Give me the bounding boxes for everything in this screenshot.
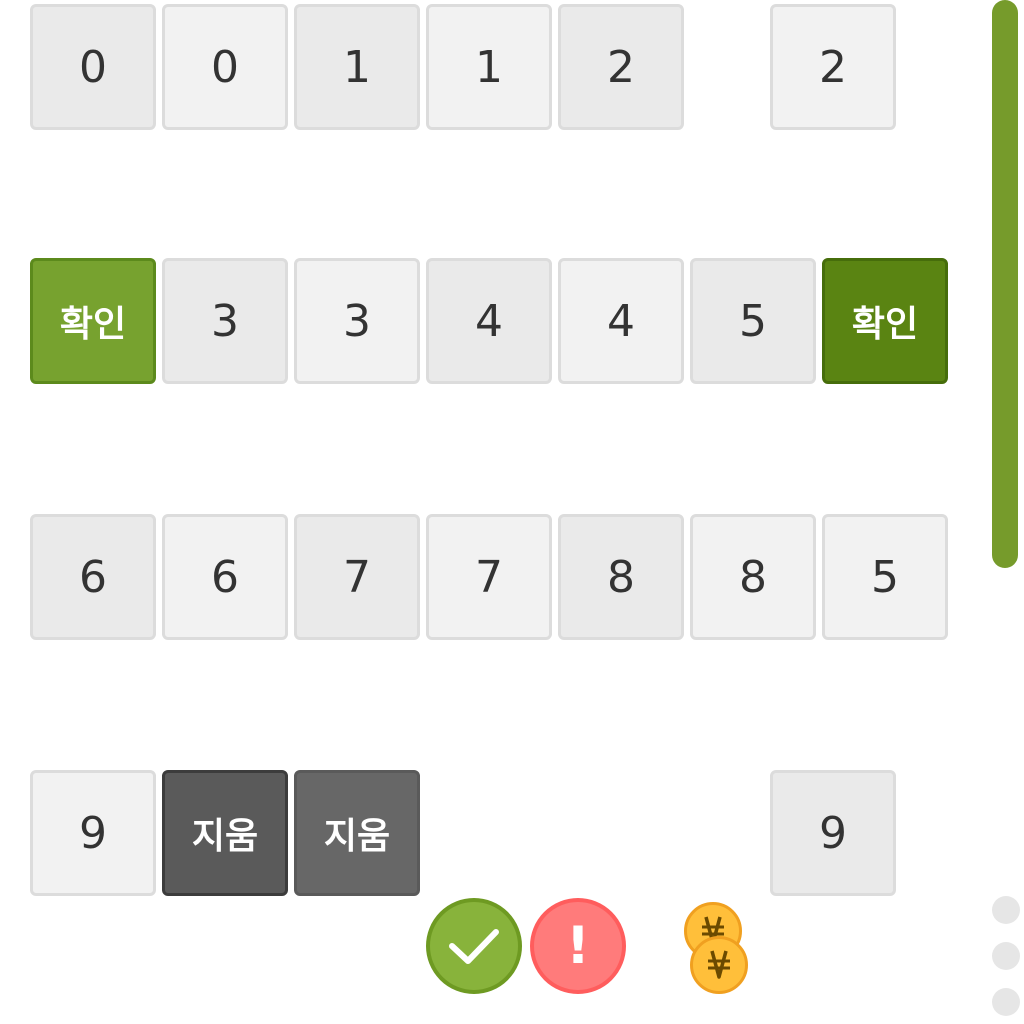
digit-key-7[interactable]: 7 xyxy=(294,514,420,640)
digit-key-9[interactable]: 9 xyxy=(770,770,896,896)
digit-key-7[interactable]: 7 xyxy=(426,514,552,640)
digit-key-5[interactable]: 5 xyxy=(822,514,948,640)
won-coins-icon xyxy=(682,900,752,1000)
digit-key-2[interactable]: 2 xyxy=(770,4,896,130)
erase-button[interactable]: 지움 xyxy=(294,770,420,896)
erase-button[interactable]: 지움 xyxy=(162,770,288,896)
digit-key-1[interactable]: 1 xyxy=(294,4,420,130)
digit-key-5[interactable]: 5 xyxy=(690,258,816,384)
digit-key-8[interactable]: 8 xyxy=(558,514,684,640)
digit-key-0[interactable]: 0 xyxy=(30,4,156,130)
digit-key-6[interactable]: 6 xyxy=(162,514,288,640)
coin-icon xyxy=(690,936,748,994)
confirm-button[interactable]: 확인 xyxy=(822,258,948,384)
more-dot xyxy=(992,942,1020,970)
digit-key-3[interactable]: 3 xyxy=(294,258,420,384)
digit-key-0[interactable]: 0 xyxy=(162,4,288,130)
digit-key-3[interactable]: 3 xyxy=(162,258,288,384)
digit-key-2[interactable]: 2 xyxy=(558,4,684,130)
warning-icon: ! xyxy=(566,916,590,976)
digit-key-4[interactable]: 4 xyxy=(426,258,552,384)
scrollbar-thumb[interactable] xyxy=(992,0,1018,568)
digit-key-6[interactable]: 6 xyxy=(30,514,156,640)
check-icon xyxy=(449,929,499,964)
digit-key-9[interactable]: 9 xyxy=(30,770,156,896)
more-dot xyxy=(992,988,1020,1016)
check-button[interactable] xyxy=(426,898,522,994)
more-dot xyxy=(992,896,1020,924)
confirm-button[interactable]: 확인 xyxy=(30,258,156,384)
digit-key-4[interactable]: 4 xyxy=(558,258,684,384)
digit-key-8[interactable]: 8 xyxy=(690,514,816,640)
report-button[interactable]: ! xyxy=(530,898,626,994)
digit-key-1[interactable]: 1 xyxy=(426,4,552,130)
